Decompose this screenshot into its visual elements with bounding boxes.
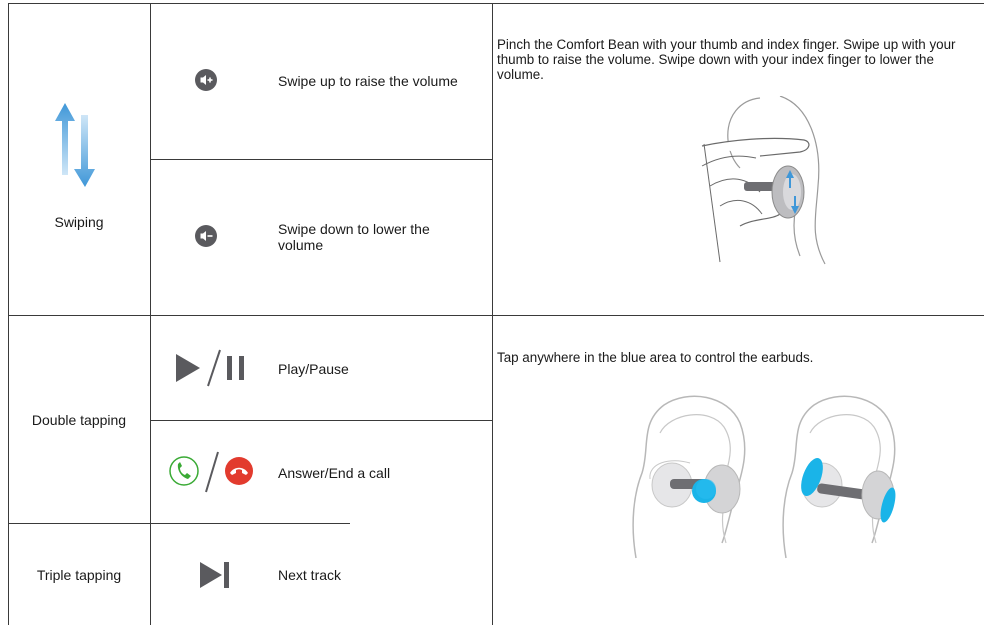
- swipe-arrows-icon: [55, 103, 95, 187]
- action-label: Swipe up to raise the volume: [278, 73, 458, 89]
- table-left-border: [8, 3, 9, 625]
- action-label: Swipe down to lower the volume: [278, 221, 430, 253]
- play-pause-icon: [176, 349, 244, 387]
- row-divider: [150, 159, 492, 160]
- gesture-label: Double tapping: [31, 412, 127, 428]
- earbud-right-ear-illustration: [782, 395, 896, 559]
- gesture-label: Triple tapping: [36, 567, 122, 583]
- volume-down-icon: [195, 225, 217, 247]
- action-label: Play/Pause: [278, 361, 349, 377]
- answer-end-call-icon: [169, 451, 253, 493]
- table-top-border: [8, 3, 984, 4]
- gesture-description: Tap anywhere in the blue area to control…: [497, 350, 814, 365]
- earbud-left-ear-illustration: [632, 395, 746, 559]
- row-divider: [8, 523, 350, 524]
- pinch-gesture-illustration: [701, 96, 826, 265]
- column-divider: [492, 3, 493, 625]
- volume-up-icon: [195, 69, 217, 91]
- gesture-description: Pinch the Comfort Bean with your thumb a…: [497, 37, 956, 82]
- column-divider: [150, 3, 151, 625]
- next-track-icon: [200, 562, 229, 588]
- row-divider: [8, 315, 984, 316]
- gesture-label: Swiping: [54, 214, 104, 230]
- action-label: Answer/End a call: [278, 465, 391, 481]
- row-divider: [150, 420, 492, 421]
- action-label: Next track: [278, 567, 342, 583]
